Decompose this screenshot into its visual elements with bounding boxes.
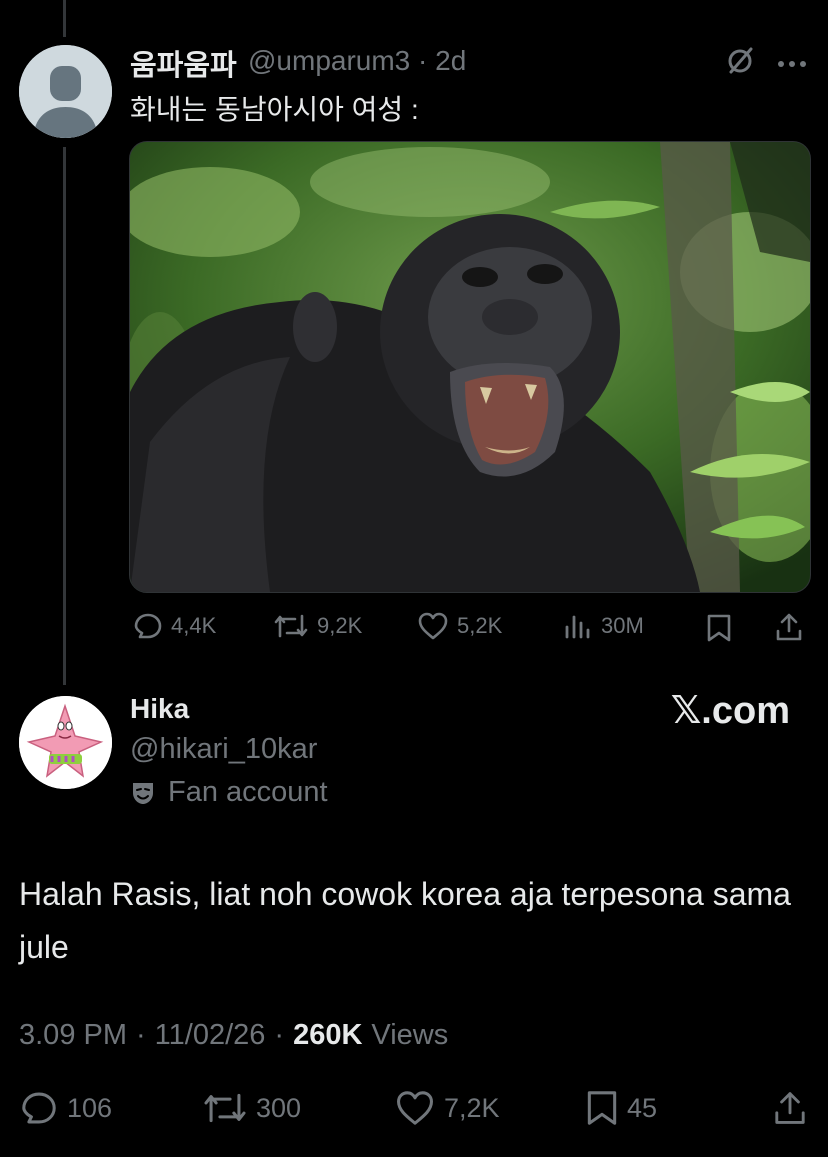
parent-retweet-count: 9,2K — [317, 613, 363, 638]
like-icon — [397, 1091, 433, 1125]
grok-icon[interactable] — [724, 44, 756, 81]
parent-display-name[interactable]: 움파움파 — [130, 42, 237, 84]
parent-reply-button[interactable]: 4,4K — [133, 611, 216, 641]
parent-like-count: 5,2K — [457, 613, 503, 638]
parent-tweet-text: 화내는 동남아시아 여성 : — [130, 94, 419, 125]
parent-like-button[interactable]: 5,2K — [417, 611, 502, 641]
tweet-time[interactable]: 3.09 PM — [19, 1019, 127, 1052]
main-bookmark-button[interactable]: 45 — [585, 1089, 657, 1127]
main-handle[interactable]: @hikari_10kar — [130, 733, 317, 766]
views-count: 260K — [293, 1019, 363, 1051]
main-reply-count: 106 — [67, 1092, 113, 1123]
default-avatar-icon — [19, 45, 112, 138]
main-bookmark-count: 45 — [627, 1092, 658, 1123]
parent-reply-count: 4,4K — [171, 613, 217, 638]
parent-views-count: 30M — [601, 613, 644, 638]
fan-account-label: Fan account — [130, 776, 328, 809]
bookmark-icon — [587, 1091, 617, 1125]
retweet-icon — [204, 1093, 246, 1123]
main-like-count: 7,2K — [444, 1092, 500, 1123]
tweet-meta: 3.09 PM · 11/02/26 · 260K Views — [19, 1019, 448, 1052]
more-icon[interactable] — [777, 55, 807, 73]
meta-separator: · — [136, 1019, 146, 1051]
theater-mask-icon — [133, 782, 153, 804]
main-tweet-text: Halah Rasis, liat noh cowok korea aja te… — [19, 876, 791, 965]
thread-line-bottom — [63, 147, 66, 685]
views-label: Views — [371, 1019, 449, 1051]
avatar-patrick[interactable] — [19, 696, 112, 789]
main-retweet-count: 300 — [256, 1092, 302, 1123]
like-icon — [418, 612, 448, 640]
meta-separator: · — [274, 1019, 285, 1051]
avatar-default[interactable] — [19, 45, 112, 138]
reply-icon — [134, 613, 162, 639]
main-like-button[interactable]: 7,2K — [394, 1089, 500, 1127]
reply-icon — [22, 1092, 56, 1124]
share-icon[interactable] — [774, 611, 804, 648]
retweet-icon — [274, 614, 308, 638]
tweet-image[interactable] — [129, 141, 811, 593]
parent-retweet-button[interactable]: 9,2K — [273, 611, 362, 641]
views-icon — [565, 615, 590, 639]
parent-views-button[interactable]: 30M — [563, 611, 644, 641]
main-display-name[interactable]: Hika — [130, 693, 189, 725]
thread-line-top — [63, 0, 66, 37]
main-share-icon[interactable] — [772, 1088, 808, 1133]
main-reply-button[interactable]: 106 — [19, 1089, 112, 1127]
tweet-date[interactable]: 11/02/26 — [155, 1019, 266, 1052]
bookmark-icon[interactable] — [706, 613, 732, 648]
parent-handle-time[interactable]: @umparum3 · 2d — [248, 45, 466, 77]
fan-account-text: Fan account — [168, 776, 328, 808]
parent-handle[interactable]: @umparum3 — [248, 45, 410, 76]
main-retweet-button[interactable]: 300 — [202, 1089, 301, 1127]
patrick-avatar-icon — [19, 696, 112, 789]
parent-time[interactable]: · 2d — [418, 45, 466, 76]
chimpanzee-photo — [130, 142, 810, 592]
xcom-brand: 𝕏.com — [670, 690, 790, 732]
